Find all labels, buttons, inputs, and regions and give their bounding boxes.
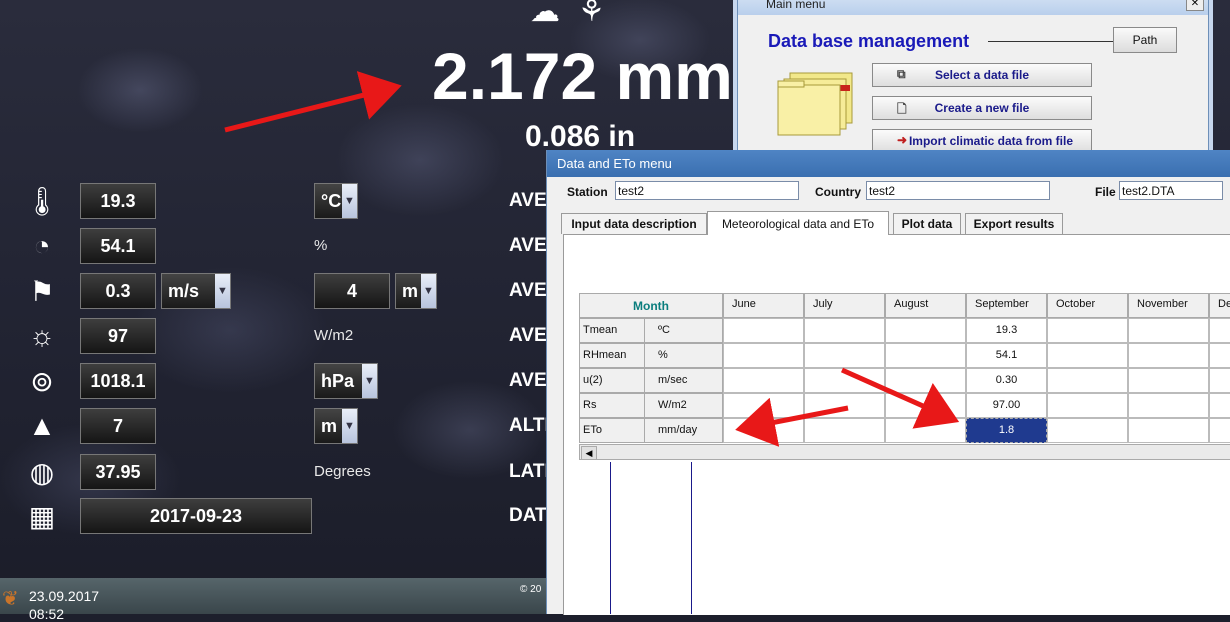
arrow-to-total (224, 71, 402, 133)
annotation-arrows (224, 71, 960, 447)
arrow-to-eto-value (840, 367, 960, 429)
arrow-to-eto-label (735, 397, 849, 447)
